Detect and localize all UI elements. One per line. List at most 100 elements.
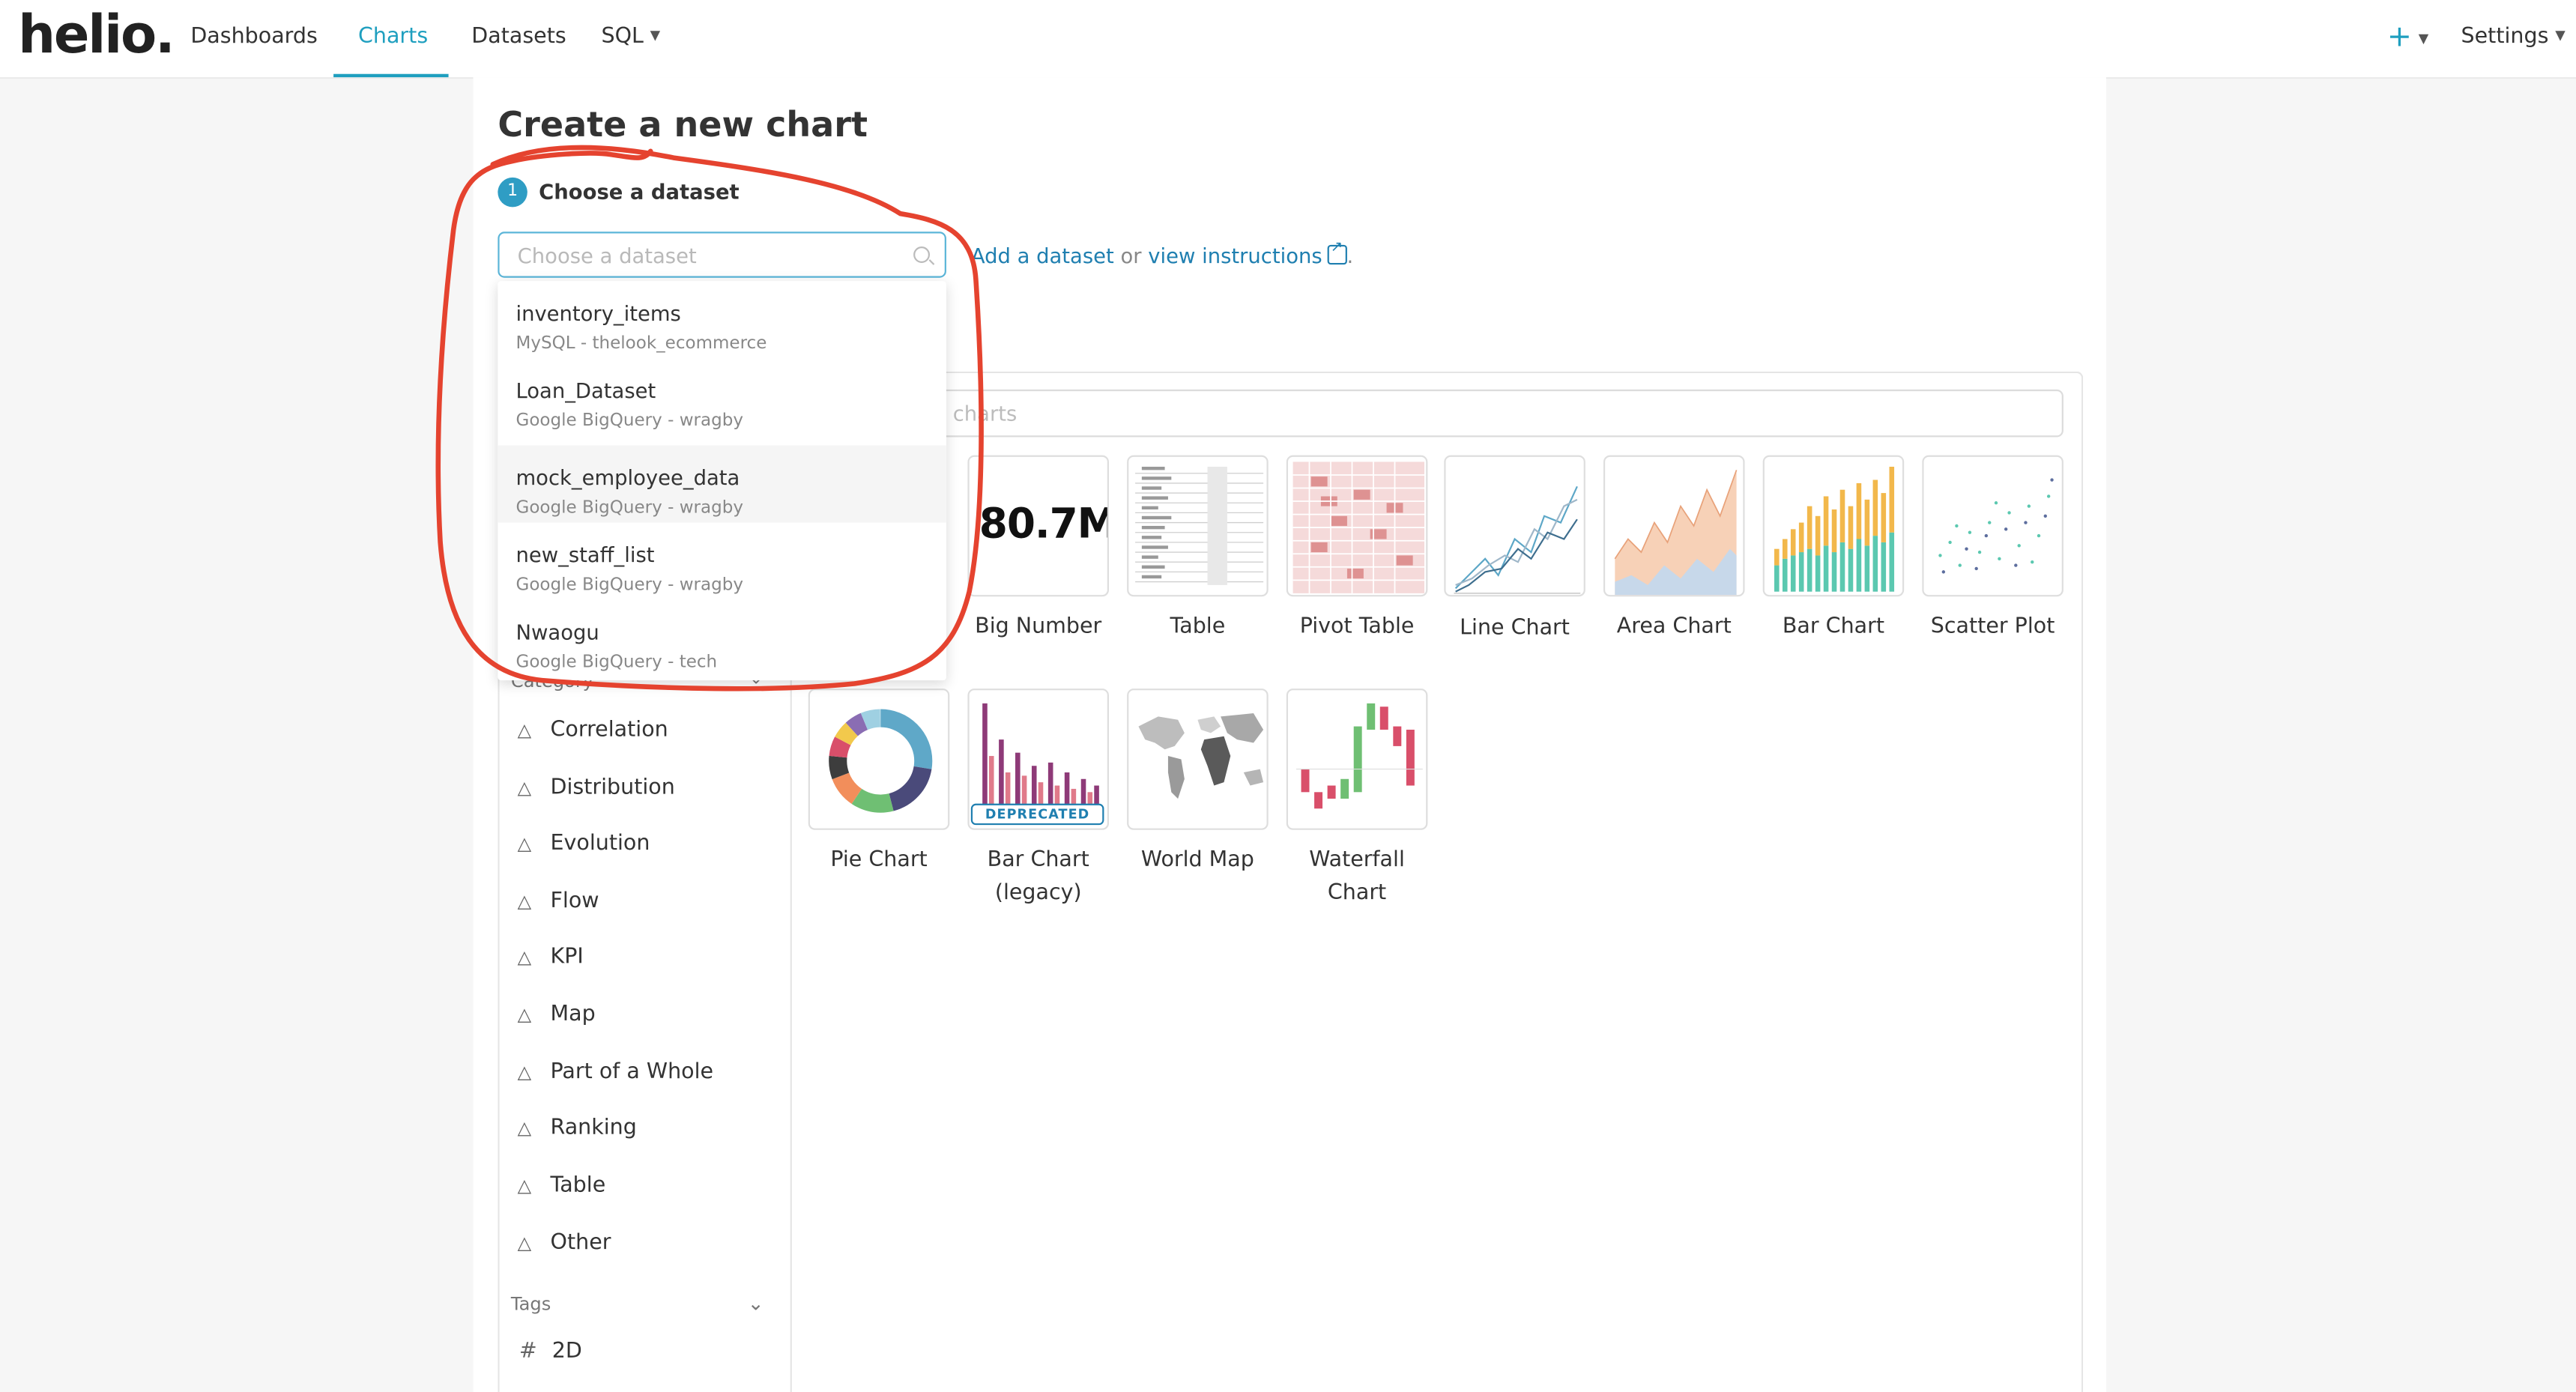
chart-label-scatter-plot[interactable]: Scatter Plot: [1914, 611, 2071, 644]
shapes-icon: △: [517, 890, 532, 913]
period-text: .: [1346, 243, 1354, 268]
dataset-dropdown-menu: inventory_items MySQL - thelook_ecommerc…: [498, 281, 946, 681]
chart-thumb-pivot-table[interactable]: [1286, 455, 1428, 597]
dataset-option-highlighted[interactable]: mock_employee_data Google BigQuery - wra…: [498, 445, 946, 523]
nav-charts[interactable]: Charts: [358, 25, 428, 49]
add-dataset-link[interactable]: Add a dataset: [971, 243, 1114, 268]
shapes-icon: △: [517, 719, 532, 742]
chart-label-pie-chart[interactable]: Pie Chart: [800, 845, 958, 878]
dataset-option-name: Loan_Dataset: [515, 378, 656, 403]
deprecated-badge: DEPRECATED: [970, 803, 1104, 826]
chart-label-bar-chart[interactable]: Bar Chart: [1755, 611, 1912, 644]
chart-label-waterfall-chart[interactable]: Waterfall Chart: [1278, 845, 1436, 911]
search-charts-placeholder: charts: [952, 401, 1018, 426]
nav-dashboards[interactable]: Dashboards: [190, 25, 318, 49]
chart-thumb-line-chart[interactable]: [1444, 455, 1585, 597]
area-chart-preview-image: [1614, 470, 1738, 596]
top-navbar: helio. Dashboards Charts Datasets SQL ▼ +…: [0, 0, 2576, 79]
chart-label-pivot-table[interactable]: Pivot Table: [1278, 611, 1436, 644]
category-other[interactable]: △ Other: [518, 1231, 611, 1256]
or-text: or: [1120, 243, 1142, 268]
waterfall-chart-preview-image: [1295, 703, 1423, 809]
chart-thumb-big-number[interactable]: 80.7M: [967, 455, 1110, 597]
caret-down-icon: ▼: [650, 28, 661, 43]
chart-label-bar-chart-legacy[interactable]: Bar Chart (legacy): [959, 845, 1116, 911]
dataset-option[interactable]: Nwaogu Google BigQuery - tech: [498, 600, 946, 677]
chart-thumb-pie-chart[interactable]: [808, 689, 950, 830]
shapes-icon: △: [517, 1175, 532, 1196]
scatter-plot-preview-image: [1938, 478, 2054, 574]
category-label: Table: [550, 1173, 606, 1199]
chart-thumb-waterfall-chart[interactable]: [1286, 689, 1428, 830]
hash-icon: #: [518, 1339, 537, 1364]
external-link-icon[interactable]: [1327, 240, 1347, 265]
nav-datasets[interactable]: Datasets: [471, 25, 566, 49]
tags-header[interactable]: Tags: [511, 1293, 551, 1315]
chevron-down-icon[interactable]: ⌄: [748, 1292, 764, 1315]
shapes-icon: △: [517, 1232, 532, 1254]
dataset-select[interactable]: Choose a dataset: [498, 232, 946, 278]
category-label: Map: [550, 1002, 596, 1027]
category-label: Part of a Whole: [550, 1059, 714, 1085]
dataset-option-source: MySQL - thelook_ecommerce: [515, 333, 767, 354]
category-correlation[interactable]: △ Correlation: [518, 718, 668, 743]
dataset-option-name: Nwaogu: [515, 619, 599, 644]
shapes-icon: △: [517, 1062, 532, 1083]
pie-chart-preview-image: [829, 709, 933, 813]
dataset-option[interactable]: inventory_items MySQL - thelook_ecommerc…: [498, 281, 946, 358]
category-flow[interactable]: △ Flow: [518, 889, 599, 914]
category-table[interactable]: △ Table: [518, 1173, 606, 1198]
nav-sql-label: SQL: [601, 24, 644, 49]
dataset-select-placeholder: Choose a dataset: [517, 243, 697, 268]
tag-2d[interactable]: #2D: [519, 1340, 582, 1364]
category-distribution[interactable]: △ Distribution: [518, 775, 675, 800]
logo[interactable]: helio.: [18, 3, 175, 65]
category-evolution[interactable]: △ Evolution: [518, 832, 650, 856]
settings-menu[interactable]: Settings ▼: [2461, 25, 2566, 49]
category-label: Ranking: [550, 1116, 637, 1141]
add-menu-button[interactable]: + ▼: [2387, 19, 2428, 54]
chart-label-line-chart[interactable]: Line Chart: [1436, 613, 1593, 646]
category-label: KPI: [550, 945, 584, 970]
caret-down-icon: ▼: [2418, 31, 2429, 46]
plus-icon: +: [2386, 19, 2412, 55]
dataset-option-source: Google BigQuery - tech: [515, 652, 718, 673]
big-number-preview-value: 80.7M: [979, 499, 1110, 548]
chart-label-area-chart[interactable]: Area Chart: [1595, 611, 1753, 644]
caret-down-icon: ▼: [2555, 28, 2566, 43]
bar-chart-preview-image: [1774, 466, 1895, 592]
active-tab-indicator: [333, 73, 449, 78]
step-label: Choose a dataset: [539, 179, 740, 205]
shapes-icon: △: [517, 1004, 532, 1026]
category-map[interactable]: △ Map: [518, 1002, 596, 1027]
chart-thumb-area-chart[interactable]: [1603, 455, 1745, 597]
chart-label-table[interactable]: Table: [1119, 611, 1276, 644]
dataset-option-source: Google BigQuery - wragby: [515, 575, 743, 596]
search-icon: [913, 246, 931, 263]
world-map-preview-image: [1138, 713, 1264, 799]
dataset-option[interactable]: new_staff_list Google BigQuery - wragby: [498, 523, 946, 600]
shapes-icon: △: [517, 777, 532, 799]
category-part-of-a-whole[interactable]: △ Part of a Whole: [518, 1060, 713, 1085]
dataset-option-name: inventory_items: [515, 300, 681, 326]
view-instructions-link[interactable]: view instructions: [1148, 243, 1322, 268]
page-title: Create a new chart: [498, 105, 868, 145]
chart-thumb-table[interactable]: [1127, 455, 1269, 597]
nav-sql[interactable]: SQL ▼: [601, 25, 660, 49]
dataset-option[interactable]: Loan_Dataset Google BigQuery - wragby: [498, 358, 946, 435]
category-label: Evolution: [550, 831, 650, 856]
chart-label-world-map[interactable]: World Map: [1119, 845, 1276, 878]
category-ranking[interactable]: △ Ranking: [518, 1116, 637, 1140]
category-kpi[interactable]: △ KPI: [518, 945, 584, 969]
category-label: Correlation: [550, 718, 668, 743]
shapes-icon: △: [517, 946, 532, 969]
chart-thumb-bar-chart[interactable]: [1762, 455, 1905, 597]
add-dataset-line: Add a dataset or view instructions.: [971, 240, 1354, 268]
tag-label: 2D: [551, 1339, 582, 1364]
chart-thumb-scatter-plot[interactable]: [1922, 455, 2063, 597]
dataset-option-name: mock_employee_data: [515, 464, 740, 490]
dataset-option-source: Google BigQuery - wragby: [515, 497, 743, 518]
chart-thumb-world-map[interactable]: [1127, 689, 1269, 830]
settings-label: Settings: [2461, 24, 2549, 49]
chart-label-big-number[interactable]: Big Number: [959, 611, 1116, 644]
